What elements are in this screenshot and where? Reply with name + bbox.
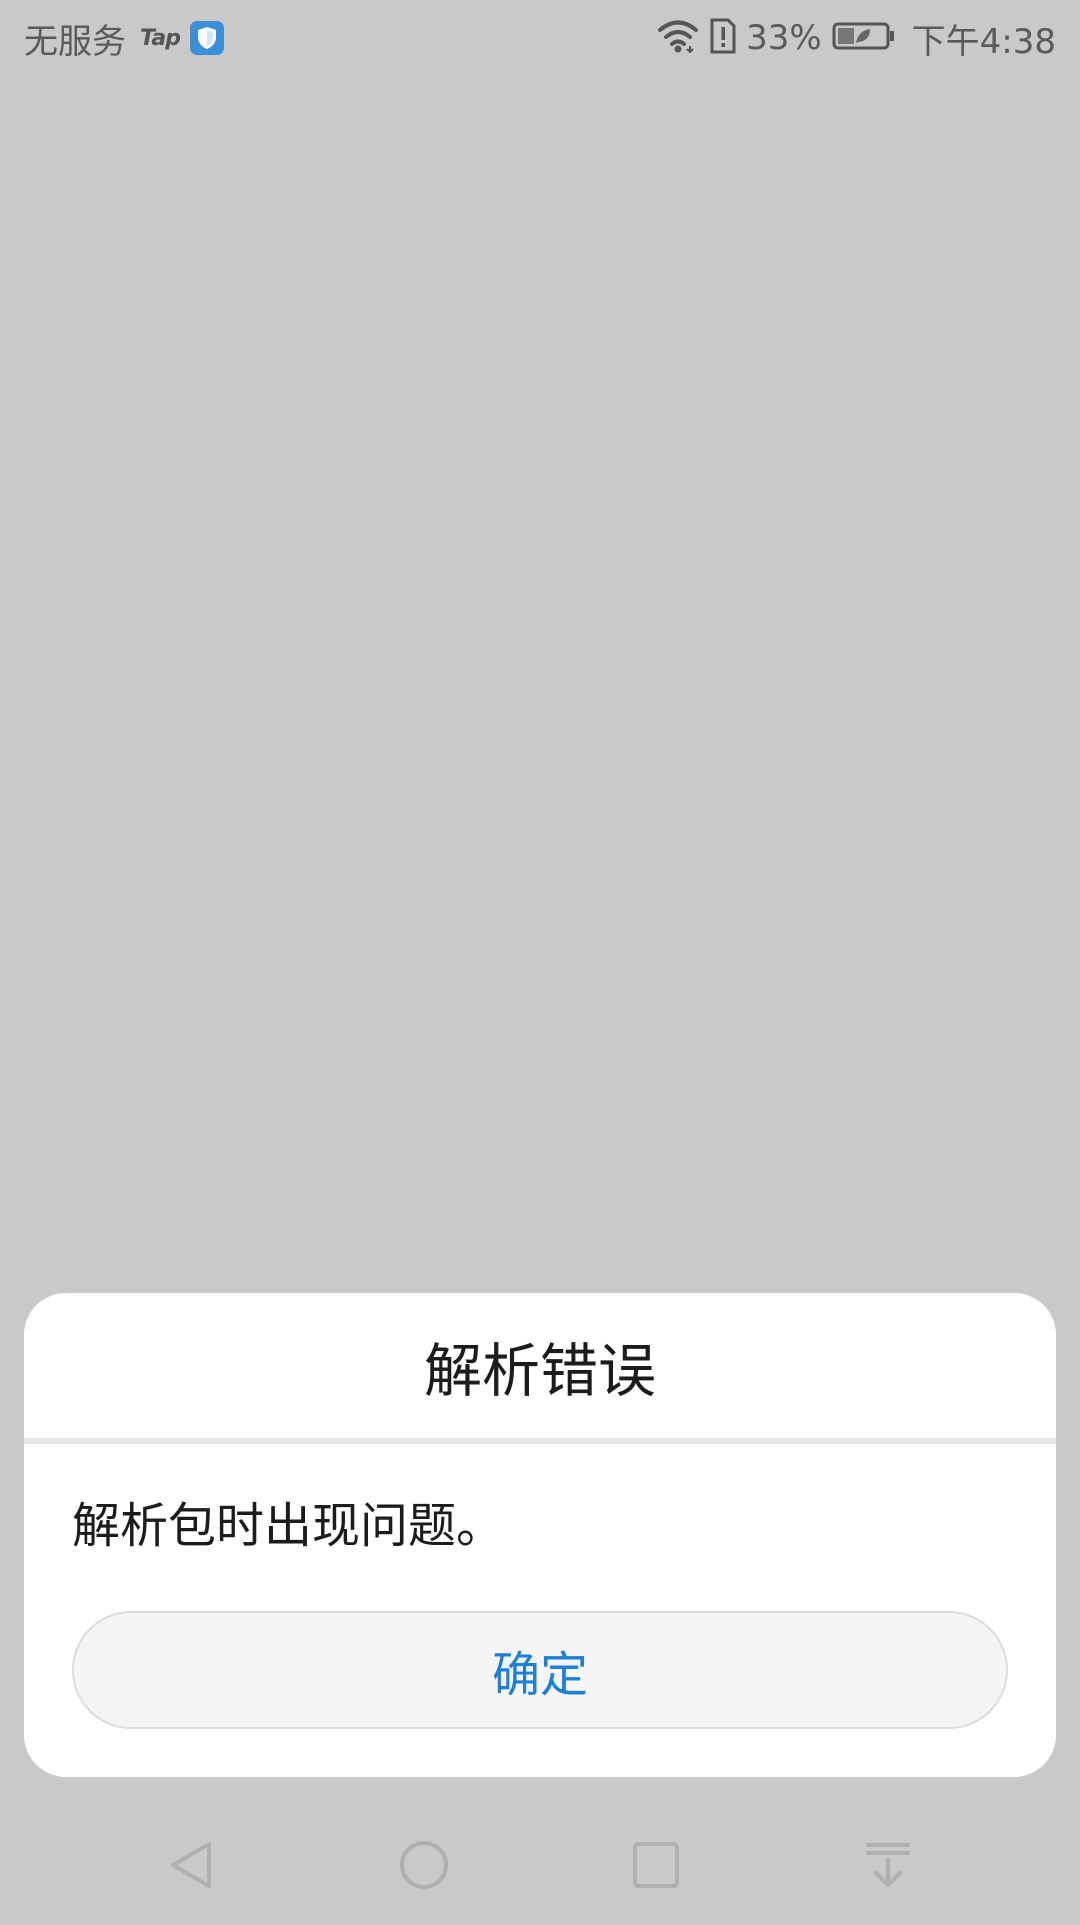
battery-percent: 33% xyxy=(746,18,822,58)
recents-icon[interactable] xyxy=(616,1825,696,1905)
status-bar-right: 33% 下午4:38 xyxy=(656,14,1056,63)
carrier-label: 无服务 xyxy=(24,21,126,62)
tap-app-logo: Tap xyxy=(140,25,181,51)
ok-button[interactable]: 确定 xyxy=(72,1611,1008,1729)
status-bar: 无服务 Tap 33% 下午4:38 xyxy=(0,0,1080,76)
dialog-title: 解析错误 xyxy=(423,1336,656,1405)
dialog-message: 解析包时出现问题。 xyxy=(72,1498,505,1554)
shield-icon xyxy=(190,21,224,55)
clock: 下午4:38 xyxy=(911,21,1056,62)
home-icon[interactable] xyxy=(384,1825,464,1905)
navigation-bar xyxy=(0,1805,1080,1925)
notification-shade-icon[interactable] xyxy=(848,1825,928,1905)
wifi-icon xyxy=(656,18,700,58)
parse-error-dialog: 解析错误 解析包时出现问题。 确定 xyxy=(24,1293,1056,1777)
battery-icon xyxy=(832,21,896,55)
status-bar-left: 无服务 Tap xyxy=(24,14,224,63)
dialog-divider xyxy=(24,1438,1056,1444)
sim-alert-icon xyxy=(710,18,736,58)
back-icon[interactable] xyxy=(152,1825,232,1905)
